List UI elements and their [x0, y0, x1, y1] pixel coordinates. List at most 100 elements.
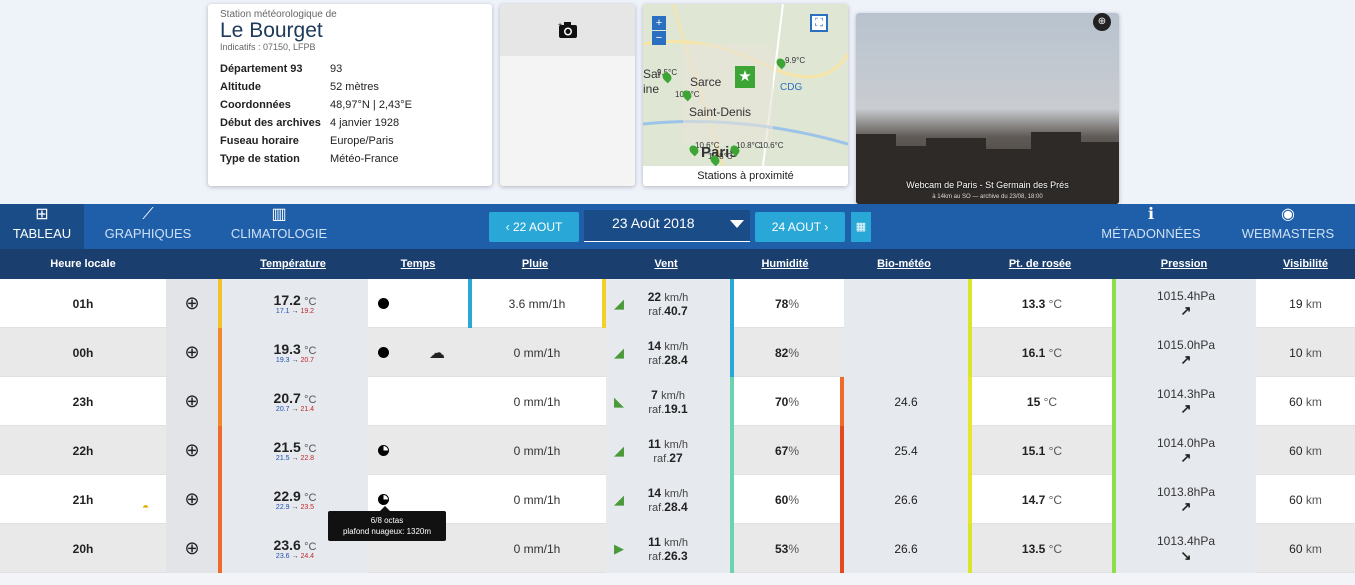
expand-row-icon[interactable]: ⊕ — [184, 391, 199, 412]
expand-row-icon[interactable]: ⊕ — [184, 538, 199, 559]
map-temp-label: 10.6°C — [695, 141, 720, 150]
weather-cell — [368, 377, 468, 426]
map-caption: Stations à proximité — [643, 166, 848, 186]
wind-gust: raf.27 — [653, 450, 683, 465]
cloud-cover-icon[interactable] — [378, 347, 389, 358]
tab-metadonnees[interactable]: ℹ MÉTADONNÉES — [1096, 204, 1206, 249]
current-station-star-icon[interactable]: ★ — [735, 66, 755, 88]
expand-row-icon[interactable]: ⊕ — [184, 440, 199, 461]
wind-direction-icon: ◢ — [614, 442, 624, 458]
visibility-value: 60 km — [1289, 541, 1322, 556]
dewpoint-value: 16.1 °C — [1021, 345, 1063, 360]
prev-day-button[interactable]: ‹ 22 AOUT — [489, 212, 579, 242]
station-name: Le Bourget — [220, 19, 323, 42]
biometeo-value: 26.6 — [894, 492, 918, 507]
tab-label: TABLEAU — [12, 226, 72, 241]
tab-label: WEBMASTERS — [1241, 226, 1335, 241]
temperature-value: 22.9 °C — [273, 487, 317, 504]
table-row: 23h ⊕ 20.7 °C 20.7 → 21.4 0 mm/1h ◣ 7 km/h raf.… — [0, 377, 1355, 426]
station-card: Station météorologique de Le Bourget Ind… — [208, 4, 492, 186]
humidity-value: 82% — [774, 345, 800, 360]
map-zoom-out-button[interactable]: − — [652, 31, 666, 45]
tooltip-ceiling: plafond nuageux: 1320m — [342, 527, 432, 536]
photo-header: + — [500, 4, 635, 56]
table-row: 01h ⊕ 17.2 °C 17.1 → 19.2 3.6 mm/1h ◢ 22 km/h r… — [0, 279, 1355, 328]
webcam-subcaption: à 14km au SO — archive du 23/08, 18:00 — [932, 194, 1043, 200]
dewpoint-value: 15.1 °C — [1021, 443, 1063, 458]
cloud-cover-icon[interactable] — [378, 494, 389, 505]
dewpoint-value: 14.7 °C — [1021, 492, 1063, 507]
webcam-caption: Webcam de Paris - St Germain des Prés — [906, 180, 1069, 190]
header-humidite[interactable]: Humidité — [730, 249, 840, 279]
temp-range: 17.1 → 19.2 — [275, 307, 315, 315]
expand-row-icon[interactable]: ⊕ — [184, 293, 199, 314]
weather-cell — [368, 426, 468, 475]
cloud-cover-icon[interactable] — [378, 298, 389, 309]
pressure-value: 1014.0hPa — [1156, 435, 1216, 450]
cloud-cover-icon[interactable] — [378, 445, 389, 456]
station-detail-row: Début des archives 4 janvier 1928 — [220, 114, 412, 132]
header-biometeo[interactable]: Bio-météo — [840, 249, 968, 279]
wind-gust: raf.28.4 — [648, 499, 688, 514]
header-vent[interactable]: Vent — [602, 249, 730, 279]
hour-label: 20h — [72, 541, 94, 556]
visibility-value: 10 km — [1289, 345, 1322, 360]
pressure-value: 1013.4hPa — [1156, 533, 1216, 548]
calendar-icon[interactable]: ▦ — [851, 212, 871, 242]
top-info-area: Station météorologique de Le Bourget Ind… — [0, 0, 1355, 204]
table-header: Heure locale Température Temps Pluie Ven… — [0, 249, 1355, 279]
map-label-ine: ine — [643, 82, 660, 96]
header-visibilite[interactable]: Visibilité — [1256, 249, 1355, 279]
webcam-zoom-icon[interactable]: ⊕ — [1093, 13, 1111, 31]
detail-key: Fuseau horaire — [220, 135, 299, 147]
station-detail-row: Type de station Météo-France — [220, 150, 412, 168]
weather-cell: ☁ — [368, 328, 468, 377]
tab-climatologie[interactable]: ▥ CLIMATOLOGIE — [226, 204, 332, 249]
expand-row-icon[interactable]: ⊕ — [184, 489, 199, 510]
globe-icon: ◉ — [1281, 206, 1295, 223]
station-detail-row: Coordonnées 48,97°N | 2,43°E — [220, 96, 412, 114]
tab-webmasters[interactable]: ◉ WEBMASTERS — [1236, 204, 1340, 249]
map-fullscreen-icon[interactable]: ⛶ — [810, 14, 828, 32]
wind-speed: 11 km/h — [648, 534, 688, 549]
detail-key: Coordonnées — [220, 99, 291, 111]
detail-value: 93 — [330, 63, 343, 75]
header-rosee[interactable]: Pt. de rosée — [968, 249, 1112, 279]
wind-gust: raf.28.4 — [648, 352, 688, 367]
station-detail-row: Fuseau horaire Europe/Paris — [220, 132, 412, 150]
temp-range: 19.3 → 20.7 — [275, 356, 315, 364]
temperature-value: 23.6 °C — [273, 536, 317, 553]
detail-value: Europe/Paris — [330, 135, 394, 147]
sunset-icon: ◓ — [142, 500, 150, 514]
date-select[interactable]: 23 Août 2018 — [584, 210, 750, 242]
rain-value: 0 mm/1h — [513, 394, 561, 409]
hour-label: 00h — [72, 345, 94, 360]
add-photo-card[interactable]: + — [500, 4, 635, 186]
wind-direction-icon: ◢ — [614, 344, 624, 360]
header-pression[interactable]: Pression — [1112, 249, 1256, 279]
visibility-value: 60 km — [1289, 443, 1322, 458]
wind-speed: 7 km/h — [651, 387, 685, 402]
header-pluie[interactable]: Pluie — [468, 249, 602, 279]
drizzle-cloud-icon: ☁ — [429, 344, 445, 362]
table-row: 00h ⊕ 19.3 °C 19.3 → 20.7 ☁ 0 mm/1h ◢ 14 km/h ra… — [0, 328, 1355, 377]
header-temps[interactable]: Temps — [368, 249, 468, 279]
nearby-stations-map[interactable]: + − ⛶ Sarce Saint-Denis Paris CDG Sai in… — [643, 4, 848, 186]
header-temperature[interactable]: Température — [218, 249, 368, 279]
humidity-value: 60% — [774, 492, 800, 507]
camera-add-icon[interactable]: + — [557, 21, 579, 39]
tab-label: GRAPHIQUES — [104, 226, 192, 241]
visibility-value: 60 km — [1289, 492, 1322, 507]
wind-gust: raf.26.3 — [648, 548, 688, 563]
map-temp-label: 9.9°C — [785, 56, 806, 65]
webcam-panel[interactable]: ⊕ Webcam de Paris - St Germain des Prés … — [856, 13, 1119, 204]
pressure-value: 1013.8hPa — [1156, 484, 1216, 499]
temperature-value: 21.5 °C — [273, 438, 317, 455]
tab-tableau[interactable]: ⊞ TABLEAU — [0, 204, 84, 249]
next-day-button[interactable]: 24 AOUT › — [755, 212, 845, 242]
detail-key: Département 93 — [220, 63, 303, 75]
tab-graphiques[interactable]: ⟋ GRAPHIQUES — [100, 204, 196, 249]
expand-row-icon[interactable]: ⊕ — [184, 342, 199, 363]
pressure-trend-icon: ↗ — [1180, 400, 1192, 416]
map-zoom-in-button[interactable]: + — [652, 16, 666, 30]
